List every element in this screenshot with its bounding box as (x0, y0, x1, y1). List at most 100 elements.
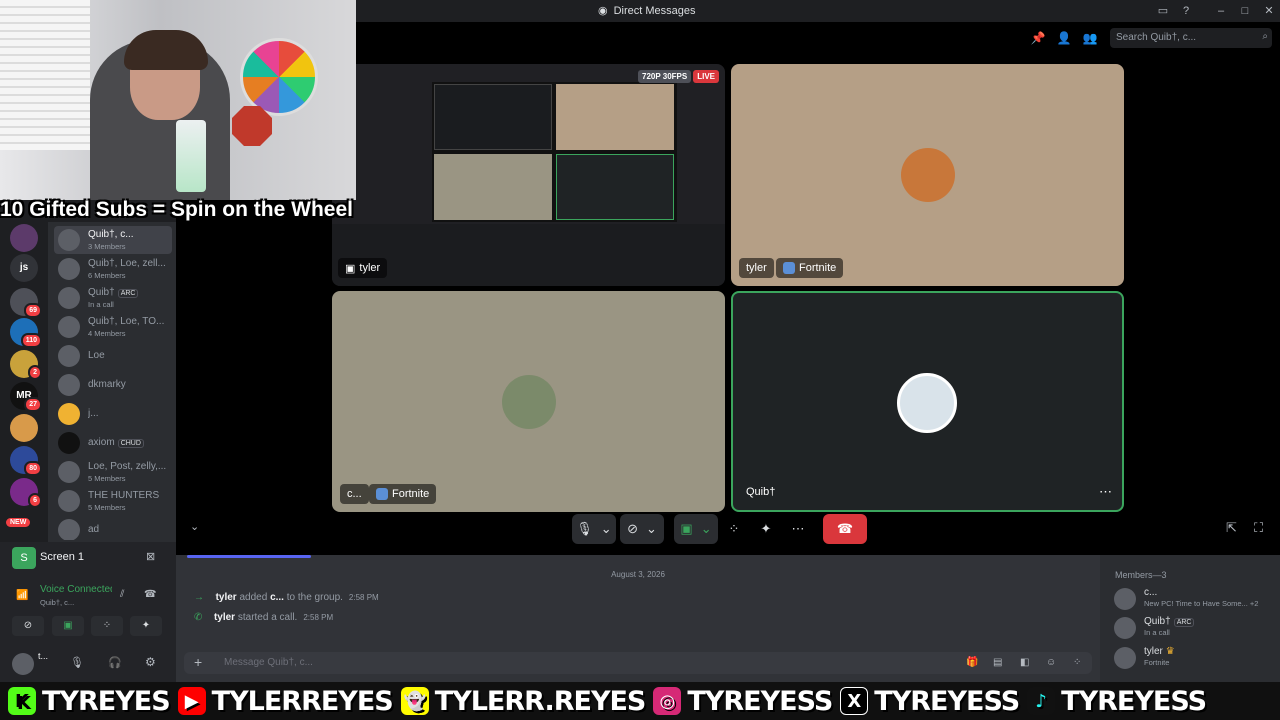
avatar (502, 375, 556, 429)
server-icon[interactable]: 69 (10, 288, 42, 318)
discord-logo-icon: ◉ (598, 5, 608, 17)
soundboard-button[interactable]: ✦ (754, 514, 778, 544)
x-icon: X (840, 687, 869, 715)
minimize-button[interactable]: – (1214, 4, 1228, 18)
screen-share-button[interactable]: ▣ ⌄ (674, 514, 718, 544)
more-options-icon[interactable]: ⋯ (1099, 484, 1112, 500)
chevron-down-icon[interactable]: ⌄ (701, 521, 712, 537)
activities-icon: ⁘ (102, 620, 112, 631)
voice-status[interactable]: Voice Connected (40, 584, 112, 595)
snapchat-icon: 👻 (400, 687, 429, 715)
server-js[interactable]: js (10, 254, 38, 282)
participant-tile-tyler[interactable]: tyler Fortnite (731, 64, 1124, 286)
avatar (1114, 617, 1136, 639)
noise-suppression-icon[interactable]: ⫽ (120, 589, 124, 600)
more-button[interactable]: ⋯ (786, 514, 810, 544)
inbox-icon[interactable]: ▭ (1156, 4, 1170, 18)
server-icon[interactable]: 80 (10, 446, 42, 476)
gif-icon[interactable]: ▤ (993, 657, 1002, 668)
soundboard-toggle-button[interactable]: ✦ (130, 616, 162, 636)
server-icon[interactable]: 2 (10, 350, 42, 380)
system-message: → tyler added c... to the group. 2:58 PM (194, 592, 379, 603)
activities-toggle-button[interactable]: ⁘ (91, 616, 123, 636)
system-message: ✆ tyler started a call. 2:58 PM (194, 612, 334, 623)
popout-icon[interactable]: ⇱ (1226, 520, 1237, 536)
dm-item[interactable]: Quib†, Loe, TO... 4 Members (54, 313, 172, 341)
soundboard-icon: ✦ (760, 521, 772, 536)
pin-icon[interactable]: 📌 (1030, 30, 1046, 46)
dm-item[interactable]: THE HUNTERS 5 Members (54, 487, 172, 515)
maximize-button[interactable]: □ (1238, 4, 1252, 18)
apps-icon[interactable]: ⁘ (1073, 657, 1081, 668)
search-input[interactable]: Search Quib†, c... ⌕ (1110, 28, 1272, 48)
title-bar: ◉ Direct Messages ▭ ? – □ ✕ (356, 0, 1280, 22)
server-icon[interactable] (10, 414, 38, 442)
dm-item[interactable]: Quib†, c... 3 Members (54, 226, 172, 254)
tile-name-tag: tyler (739, 258, 774, 278)
avatar (897, 373, 957, 433)
dm-item[interactable]: Loe (54, 342, 172, 370)
end-call-button[interactable]: ☎ (823, 514, 867, 544)
message-input[interactable]: + Message Quib†, c... (184, 652, 1092, 674)
signal-icon[interactable]: 📶 (16, 590, 28, 601)
dm-item[interactable]: axiom CHUD (54, 429, 172, 457)
dm-item[interactable]: Quib† ARC In a call (54, 284, 172, 312)
add-friend-icon[interactable]: 👤 (1056, 30, 1072, 46)
participant-tile-c[interactable]: c... Fortnite (332, 291, 725, 512)
stream-title: Screen 1 (40, 551, 85, 563)
tile-name-tag: c... (340, 484, 369, 504)
member-item[interactable]: tyler ♛ Fortnite (1114, 645, 1274, 669)
emoji-icon[interactable]: ☺ (1046, 657, 1056, 668)
chevron-down-icon[interactable]: ⌄ (190, 520, 199, 533)
server-icon[interactable] (10, 224, 38, 252)
avatar (58, 258, 80, 280)
stream-quality-badge: 720P 30FPS LIVE (638, 70, 719, 83)
user-name: t... (38, 651, 49, 661)
microphone-button[interactable]: 🎙 ⌄ (572, 514, 616, 544)
dm-item[interactable]: Quib†, Loe, zell... 6 Members (54, 255, 172, 283)
stream-tile-screenshare[interactable]: 720P 30FPS LIVE ▣ tyler (332, 64, 725, 286)
more-icon: ⋯ (791, 521, 805, 536)
members-icon[interactable]: 👥 (1082, 30, 1098, 46)
scroll-progress-bar (187, 555, 311, 558)
close-button[interactable]: ✕ (1262, 4, 1276, 18)
avatar (58, 461, 80, 483)
member-item[interactable]: c... New PC! Time to Have Some... +2 (1114, 586, 1274, 610)
fortnite-icon (783, 262, 795, 274)
chevron-down-icon[interactable]: ⌄ (601, 521, 612, 537)
disconnect-icon[interactable]: ☎ (144, 589, 156, 600)
chevron-down-icon[interactable]: ⌄ (646, 521, 657, 537)
user-avatar[interactable] (12, 653, 34, 675)
screen-share-toggle-button[interactable]: ▣ (52, 616, 84, 636)
mute-icon[interactable]: 🎙 (70, 656, 84, 669)
stream-caption: 10 Gifted Subs = Spin on the Wheel (0, 198, 353, 221)
help-icon[interactable]: ? (1179, 4, 1193, 18)
dm-item[interactable]: dkmarky (54, 371, 172, 399)
screen-share-icon: ▣ (63, 620, 73, 631)
dm-item[interactable]: Loe, Post, zelly,... 5 Members (54, 458, 172, 486)
social-kick: K TYREYES (8, 686, 171, 717)
activities-icon: ⁘ (728, 521, 740, 536)
fullscreen-icon[interactable]: ⛶ (1254, 520, 1263, 536)
headphones-icon[interactable]: 🎧 (108, 656, 122, 669)
webcam-overlay (0, 0, 356, 200)
stop-stream-icon[interactable]: ⊠ (146, 550, 155, 563)
participant-tile-quib[interactable]: Quib† ⋯ (731, 291, 1124, 512)
dm-item[interactable]: j... (54, 400, 172, 428)
plus-icon[interactable]: + (194, 654, 202, 670)
dm-item[interactable]: ad (54, 516, 172, 540)
server-rail: js 69 110 2 MR 27 80 6 NEW (0, 222, 48, 542)
settings-gear-icon[interactable]: ⚙ (145, 655, 156, 669)
camera-toggle-button[interactable]: ⊘ (12, 616, 44, 636)
camera-button[interactable]: ⊘ ⌄ (620, 514, 664, 544)
sticker-icon[interactable]: ◧ (1020, 657, 1029, 668)
gift-icon[interactable]: 🎁 (966, 657, 978, 668)
member-item[interactable]: Quib† ARC In a call (1114, 615, 1274, 639)
server-mr[interactable]: MR 27 (10, 382, 42, 412)
activities-button[interactable]: ⁘ (722, 514, 746, 544)
dm-list: Quib†, c... 3 Members Quib†, Loe, zell..… (48, 222, 176, 542)
guild-tag: CHUD (117, 439, 144, 448)
server-icon[interactable]: 110 (10, 318, 42, 348)
voice-channel[interactable]: Quib†, c... (40, 598, 74, 607)
server-icon[interactable]: 6 (10, 478, 42, 508)
